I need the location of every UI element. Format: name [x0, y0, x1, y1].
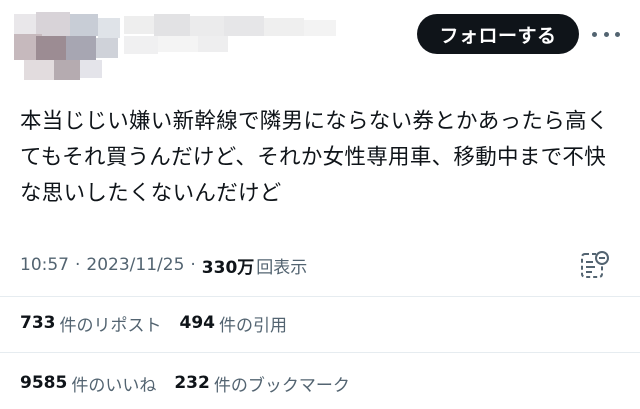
- repost-quote-stats: 733 件のリポスト 494 件の引用: [20, 310, 287, 336]
- follow-button[interactable]: フォローする: [417, 14, 579, 54]
- likes-count[interactable]: 9585: [20, 373, 67, 393]
- reposts-label[interactable]: 件のリポスト: [60, 311, 162, 336]
- tweet-text: 本当じじい嫌い新幹線で隣男にならない券とかあったら高く てもそれ買うんだけど、そ…: [20, 104, 630, 212]
- bookmarks-count[interactable]: 232: [174, 373, 210, 393]
- views-label: 回表示: [256, 257, 308, 278]
- divider: [0, 296, 640, 297]
- tweet-date[interactable]: 2023/11/25: [86, 255, 184, 275]
- reposts-count[interactable]: 733: [20, 313, 56, 333]
- tweet-header: フォローする: [0, 0, 640, 90]
- bookmarks-label[interactable]: 件のブックマーク: [214, 371, 350, 396]
- meta-separator: ·: [190, 255, 196, 275]
- tweet-time[interactable]: 10:57: [20, 255, 69, 275]
- views-count: 330万: [201, 257, 255, 278]
- quotes-count[interactable]: 494: [180, 313, 216, 333]
- pixelated-user-avatar-and-name[interactable]: [14, 8, 344, 80]
- more-horizontal-icon[interactable]: [592, 22, 620, 46]
- likes-label[interactable]: 件のいいね: [71, 371, 156, 396]
- quotes-label[interactable]: 件の引用: [219, 311, 287, 336]
- like-bookmark-stats: 9585 件のいいね 232 件のブックマーク: [20, 370, 350, 396]
- analytics-icon[interactable]: [578, 249, 610, 281]
- tweet-meta: 10:57 · 2023/11/25 · 330万 回表示: [20, 252, 307, 278]
- tweet-text-line: 本当じじい嫌い新幹線で隣男にならない券とかあったら高く: [20, 109, 609, 134]
- meta-separator: ·: [75, 255, 81, 275]
- tweet-text-line: てもそれ買うんだけど、それか女性専用車、移動中まで不快: [20, 145, 607, 170]
- divider: [0, 352, 640, 353]
- tweet-text-line: な思いしたくないんだけど: [20, 181, 282, 206]
